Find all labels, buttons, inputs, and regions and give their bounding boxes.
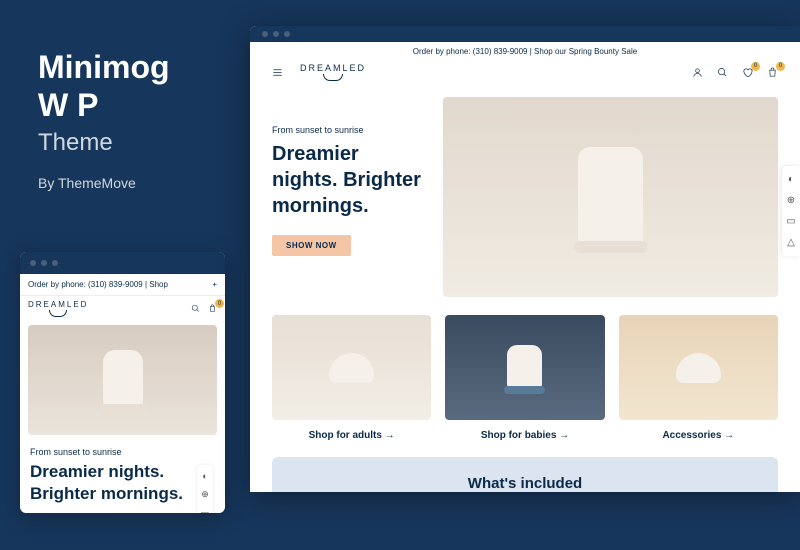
lamp-product [578,147,643,247]
product-title: Minimog W P [38,48,218,125]
window-dot [273,31,279,37]
product-subtitle: Theme [38,129,218,157]
category-label: Accessories [619,430,778,441]
category-card-adults[interactable]: Shop for adults [272,315,431,441]
desktop-site-header: DREAMLED [250,61,800,89]
hero-eyebrow: From sunset to sunrise [30,447,215,457]
user-icon[interactable] [692,67,703,78]
mobile-side-toolbar: ◐ ⊕ ▭ △ [197,465,213,513]
desktop-promo-bar: Order by phone: (310) 839-9009 | Shop ou… [250,42,800,61]
window-dot [41,260,47,266]
mobile-site-header: DREAMLED [20,296,225,321]
window-dot [30,260,36,266]
toolbar-icon[interactable]: ⊕ [199,489,211,500]
mobile-promo-bar: Order by phone: (310) 839-9009 | Shop + [20,274,225,296]
category-image [272,315,431,420]
cart-icon[interactable] [767,67,778,78]
mobile-preview-frame: Order by phone: (310) 839-9009 | Shop + … [20,252,225,513]
menu-icon[interactable] [272,67,283,78]
hero-headline: Dreamier nights. Brighter mornings. [30,461,215,505]
category-image [445,315,604,420]
category-label: Shop for adults [272,430,431,441]
toolbar-icon[interactable]: ▭ [785,216,797,227]
toolbar-icon[interactable]: ◐ [199,471,211,481]
hero-section: From sunset to sunrise Dreamier nights. … [250,89,800,297]
shop-now-button[interactable]: SHOW NOW [272,235,351,256]
hero-eyebrow: From sunset to sunrise [272,125,427,135]
mobile-header-icons [191,304,217,313]
mobile-hero-text: From sunset to sunrise Dreamier nights. … [20,439,225,513]
promo-text: Order by phone: (310) 839-9009 | Shop [28,280,168,289]
brand-logo[interactable]: DREAMLED [300,63,366,81]
hero-text-block: From sunset to sunrise Dreamier nights. … [272,97,427,297]
search-icon[interactable] [717,67,728,78]
category-card-accessories[interactable]: Accessories [619,315,778,441]
section-title: What's included [272,475,778,492]
search-icon[interactable] [191,304,200,313]
toolbar-icon[interactable]: ◐ [785,174,797,185]
hero-image [443,97,778,297]
desktop-preview-frame: Order by phone: (310) 839-9009 | Shop ou… [250,26,800,492]
hero-headline: Dreamier nights. Brighter mornings. [272,141,427,219]
toolbar-icon[interactable]: ▭ [199,508,211,513]
whats-included-section: What's included [272,457,778,492]
desktop-side-toolbar: ◐ ⊕ ▭ △ [782,166,800,256]
wishlist-icon[interactable] [742,67,753,78]
mobile-window-titlebar [20,252,225,274]
category-card-babies[interactable]: Shop for babies [445,315,604,441]
lamp-product [103,350,143,410]
window-dot [284,31,290,37]
window-dot [52,260,58,266]
product-info-sidebar: Minimog W P Theme By ThemeMove [38,48,218,191]
category-image [619,315,778,420]
toolbar-icon[interactable]: ⊕ [785,195,797,206]
lamp-product [507,345,542,390]
product-author: By ThemeMove [38,175,218,191]
dome-product [329,353,374,383]
window-dot [262,31,268,37]
toolbar-icon[interactable]: △ [785,237,797,248]
desktop-header-icons [692,67,778,78]
brand-logo[interactable]: DREAMLED [28,300,88,317]
dome-product [676,353,721,383]
cart-icon[interactable] [208,304,217,313]
plus-icon[interactable]: + [212,280,217,289]
category-row: Shop for adults Shop for babies Accessor… [250,297,800,449]
desktop-window-titlebar [250,26,800,42]
category-label: Shop for babies [445,430,604,441]
mobile-hero-image: ◐ ⊕ ▭ △ [28,325,217,435]
